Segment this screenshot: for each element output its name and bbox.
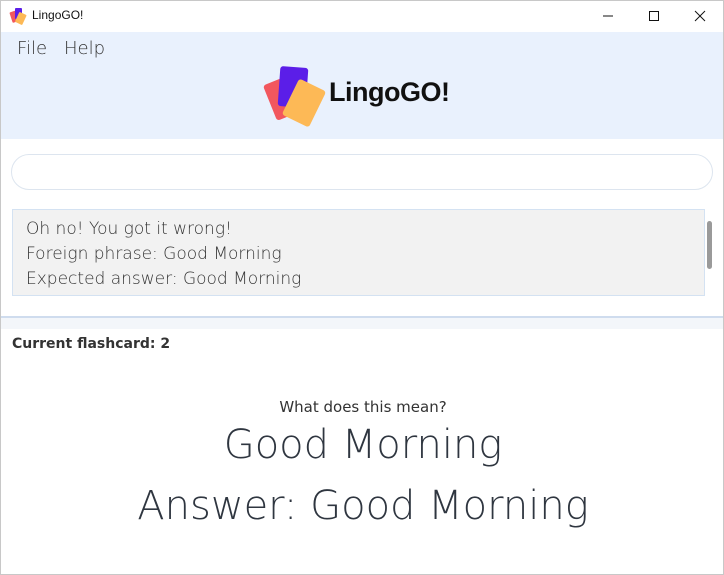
split-divider[interactable] <box>1 316 723 329</box>
result-scrollbar[interactable] <box>707 221 712 269</box>
result-line: Expected answer: Good Morning <box>26 269 302 289</box>
close-button[interactable] <box>677 1 723 31</box>
minimize-icon <box>603 15 613 17</box>
flashcard-answer: Answer: Good Morning <box>137 483 589 529</box>
logo-text: LingoGO! <box>329 77 450 107</box>
current-flashcard-label: Current flashcard: 2 <box>12 336 171 352</box>
result-display: Oh no! You got it wrong! Foreign phrase:… <box>12 209 705 296</box>
app-header: File Help LingoGO! <box>1 32 723 139</box>
menu-help[interactable]: Help <box>64 38 105 59</box>
minimize-button[interactable] <box>585 1 631 31</box>
flashcard-phrase: Good Morning <box>223 422 503 468</box>
close-icon <box>694 10 706 22</box>
result-line: Foreign phrase: Good Morning <box>26 244 282 264</box>
lingogo-logo-icon <box>263 66 326 127</box>
command-input[interactable] <box>11 154 713 190</box>
app-logo-icon <box>9 8 27 25</box>
maximize-icon <box>649 11 659 21</box>
maximize-button[interactable] <box>631 1 677 31</box>
result-line: Oh no! You got it wrong! <box>26 219 232 239</box>
flashcard-prompt: What does this mean? <box>279 398 447 416</box>
window-title: LingoGO! <box>32 8 84 22</box>
title-bar: LingoGO! <box>1 1 723 31</box>
menu-file[interactable]: File <box>17 38 47 59</box>
